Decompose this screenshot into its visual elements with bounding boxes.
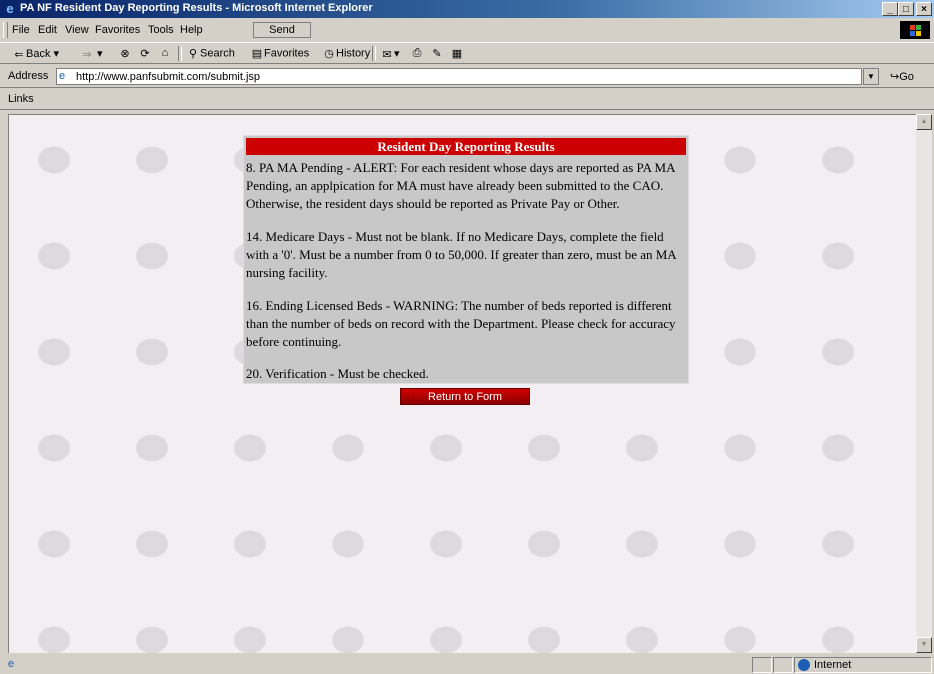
address-url: http://www.panfsubmit.com/submit.jsp [76, 71, 261, 83]
go-button[interactable]: ↪Go [890, 70, 914, 83]
favorites-button[interactable]: ▤ Favorites [250, 47, 309, 60]
menu-tools[interactable]: Tools [148, 24, 174, 36]
minimize-button[interactable]: _ [882, 2, 898, 16]
toolbar-separator [178, 46, 182, 61]
edit-icon: ✎ [432, 48, 442, 60]
message-medicare-days: 14. Medicare Days - Must not be blank. I… [246, 229, 676, 280]
maximize-button[interactable]: □ [898, 2, 914, 16]
page-status-icon: e [8, 658, 15, 670]
address-dropdown-button[interactable]: ▼ [863, 68, 879, 85]
window-controls: _ □ × [882, 2, 932, 16]
window-title: PA NF Resident Day Reporting Results - M… [20, 2, 373, 14]
favorites-label: Favorites [264, 47, 310, 60]
search-icon: ⚲ [188, 48, 198, 60]
status-cell [752, 657, 772, 673]
discuss-icon: ▦ [451, 48, 463, 60]
stop-icon: ⊗ [120, 48, 130, 60]
ie-logo-icon: e [6, 1, 14, 16]
vertical-scrollbar[interactable]: ▲ ▼ [916, 114, 932, 653]
address-bar: Address e http://www.panfsubmit.com/subm… [0, 66, 934, 88]
go-label: Go [899, 71, 914, 83]
forward-arrow-icon: ⇒ [82, 48, 92, 61]
stop-button[interactable]: ⊗ [118, 47, 132, 60]
menu-file[interactable]: File [12, 24, 30, 36]
address-input[interactable]: e http://www.panfsubmit.com/submit.jsp [56, 68, 862, 85]
scroll-down-button[interactable]: ▼ [916, 637, 932, 653]
print-button[interactable]: ⎙ [410, 47, 424, 60]
edit-button[interactable]: ✎ [430, 47, 444, 60]
back-button[interactable]: ⇐ Back ▾ [12, 47, 59, 61]
go-arrow-icon: ↪ [890, 71, 900, 83]
forward-button[interactable]: ⇒ ▾ [80, 47, 102, 61]
menu-help[interactable]: Help [180, 24, 203, 36]
page-content: Resident Day Reporting Results 8. PA MA … [8, 114, 916, 653]
address-label: Address [8, 70, 49, 82]
security-zone: Internet [798, 659, 852, 672]
close-button[interactable]: × [916, 2, 932, 16]
windows-logo-icon [900, 21, 930, 39]
message-ending-licensed-beds: 16. Ending Licensed Beds - WARNING: The … [246, 298, 676, 349]
search-label: Search [200, 47, 235, 60]
links-bar: Links [0, 89, 934, 110]
refresh-button[interactable]: ⟳ [138, 47, 152, 60]
mail-icon: ✉ [382, 48, 392, 61]
internet-globe-icon [798, 659, 810, 672]
mail-button[interactable]: ✉ ▾ [380, 47, 399, 61]
home-icon: ⌂ [161, 47, 169, 59]
message-pa-ma-pending: 8. PA MA Pending - ALERT: For each resid… [246, 160, 675, 211]
search-button[interactable]: ⚲ Search [186, 47, 235, 60]
status-bar: e Internet [0, 655, 934, 674]
history-label: History [336, 47, 371, 60]
zone-label: Internet [814, 659, 852, 671]
menu-grip [3, 22, 8, 38]
return-to-form-button[interactable]: Return to Form [400, 388, 530, 405]
page-icon: e [59, 70, 66, 82]
links-label[interactable]: Links [8, 93, 34, 105]
toolbar-separator [372, 46, 376, 61]
refresh-icon: ⟳ [140, 48, 150, 60]
discuss-button[interactable]: ▦ [450, 47, 464, 60]
title-bar: e PA NF Resident Day Reporting Results -… [0, 0, 934, 18]
home-button[interactable]: ⌂ [158, 47, 172, 60]
results-panel: Resident Day Reporting Results 8. PA MA … [243, 135, 689, 384]
favorites-icon: ▤ [251, 48, 263, 60]
menu-bar: File Edit View Favorites Tools Help Send [0, 20, 934, 40]
history-button[interactable]: ◷ History [322, 47, 370, 60]
results-header: Resident Day Reporting Results [246, 138, 686, 155]
send-button[interactable]: Send [253, 22, 311, 38]
back-label: Back [26, 48, 51, 60]
message-verification: 20. Verification - Must be checked. [246, 366, 429, 381]
print-icon: ⎙ [412, 47, 422, 59]
menu-favorites[interactable]: Favorites [95, 24, 140, 36]
menu-view[interactable]: View [65, 24, 89, 36]
scroll-up-button[interactable]: ▲ [916, 114, 932, 130]
status-cell [773, 657, 793, 673]
history-icon: ◷ [324, 48, 334, 60]
back-arrow-icon: ⇐ [14, 48, 24, 61]
menu-edit[interactable]: Edit [38, 24, 57, 36]
standard-toolbar: ⇐ Back ▾ ⇒ ▾ ⊗ ⟳ ⌂ ⚲ Search ▤ Favorites ◷ Hi… [0, 42, 934, 64]
